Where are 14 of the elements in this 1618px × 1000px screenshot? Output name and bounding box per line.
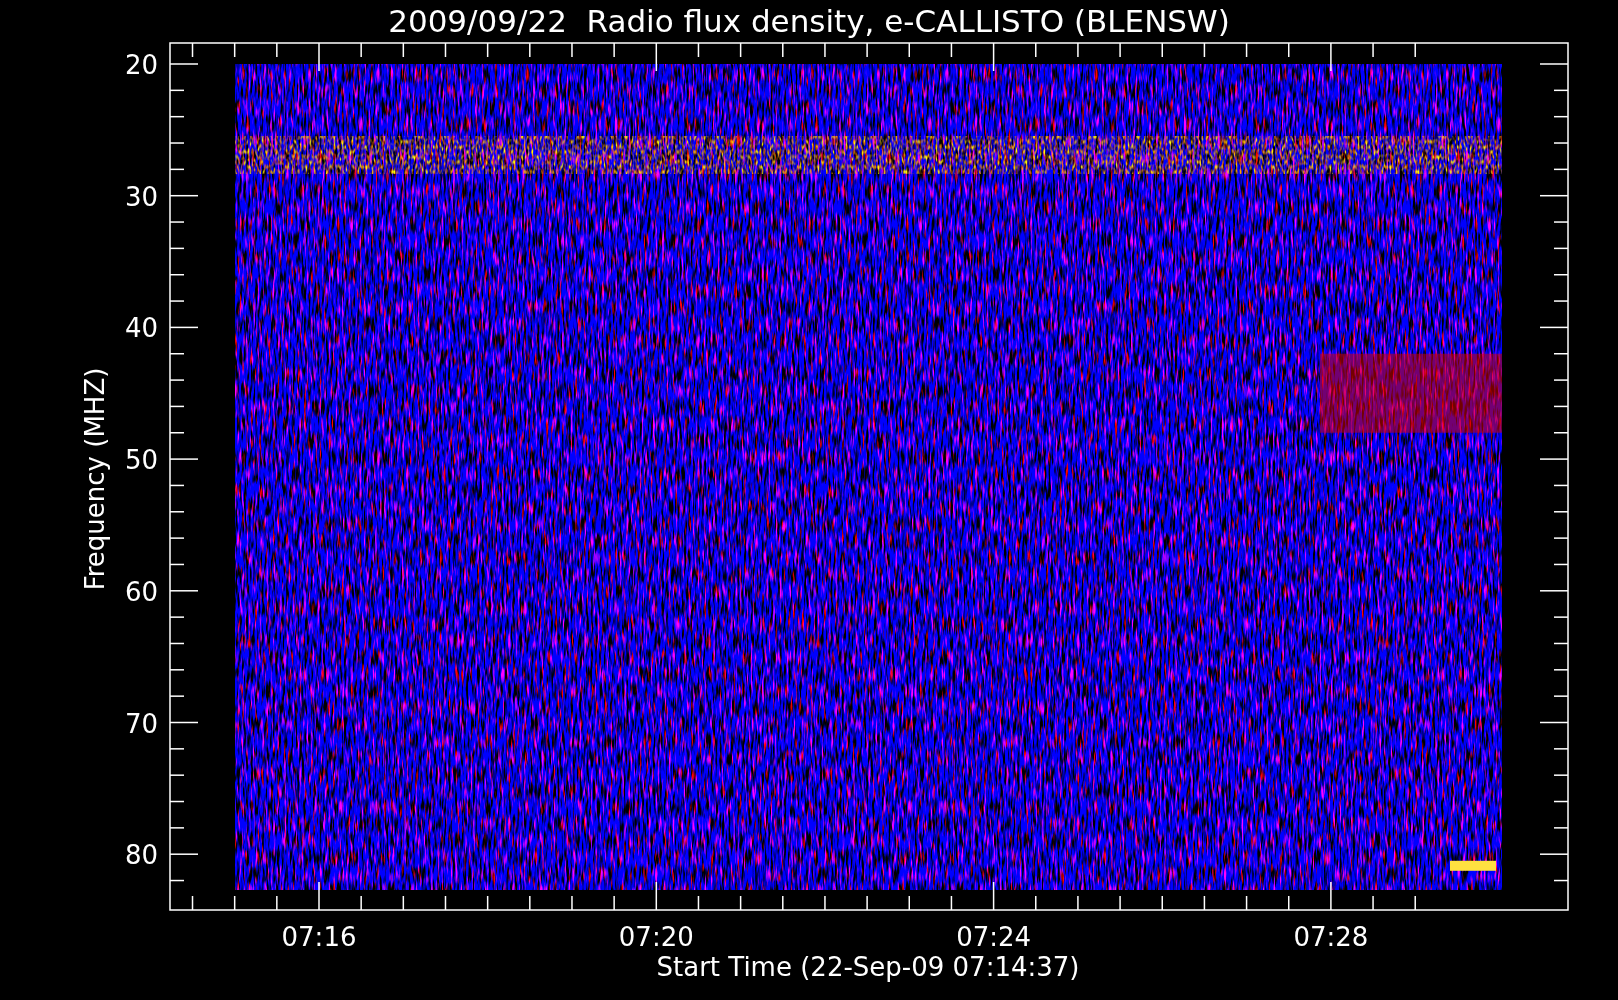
x-tick-label: 07:28 <box>1293 922 1369 952</box>
x-axis-title: Start Time (22-Sep-09 07:14:37) <box>656 952 1080 982</box>
x-tick-label: 07:16 <box>281 922 357 952</box>
x-tick-label: 07:24 <box>956 922 1032 952</box>
y-tick-label: 80 <box>124 840 158 871</box>
y-tick-label: 20 <box>124 50 158 80</box>
x-tick-label: 07:20 <box>618 922 694 952</box>
y-tick-label: 30 <box>124 181 158 212</box>
y-tick-label: 50 <box>124 445 158 476</box>
y-tick-label: 60 <box>124 576 158 607</box>
y-axis-title: Frequency (MHZ) <box>80 367 110 591</box>
chart-title: 2009/09/22 Radio flux density, e-CALLISTO (BLENSW) <box>388 3 1230 39</box>
y-tick-label: 70 <box>124 708 158 739</box>
y-tick-label: 40 <box>124 313 158 344</box>
